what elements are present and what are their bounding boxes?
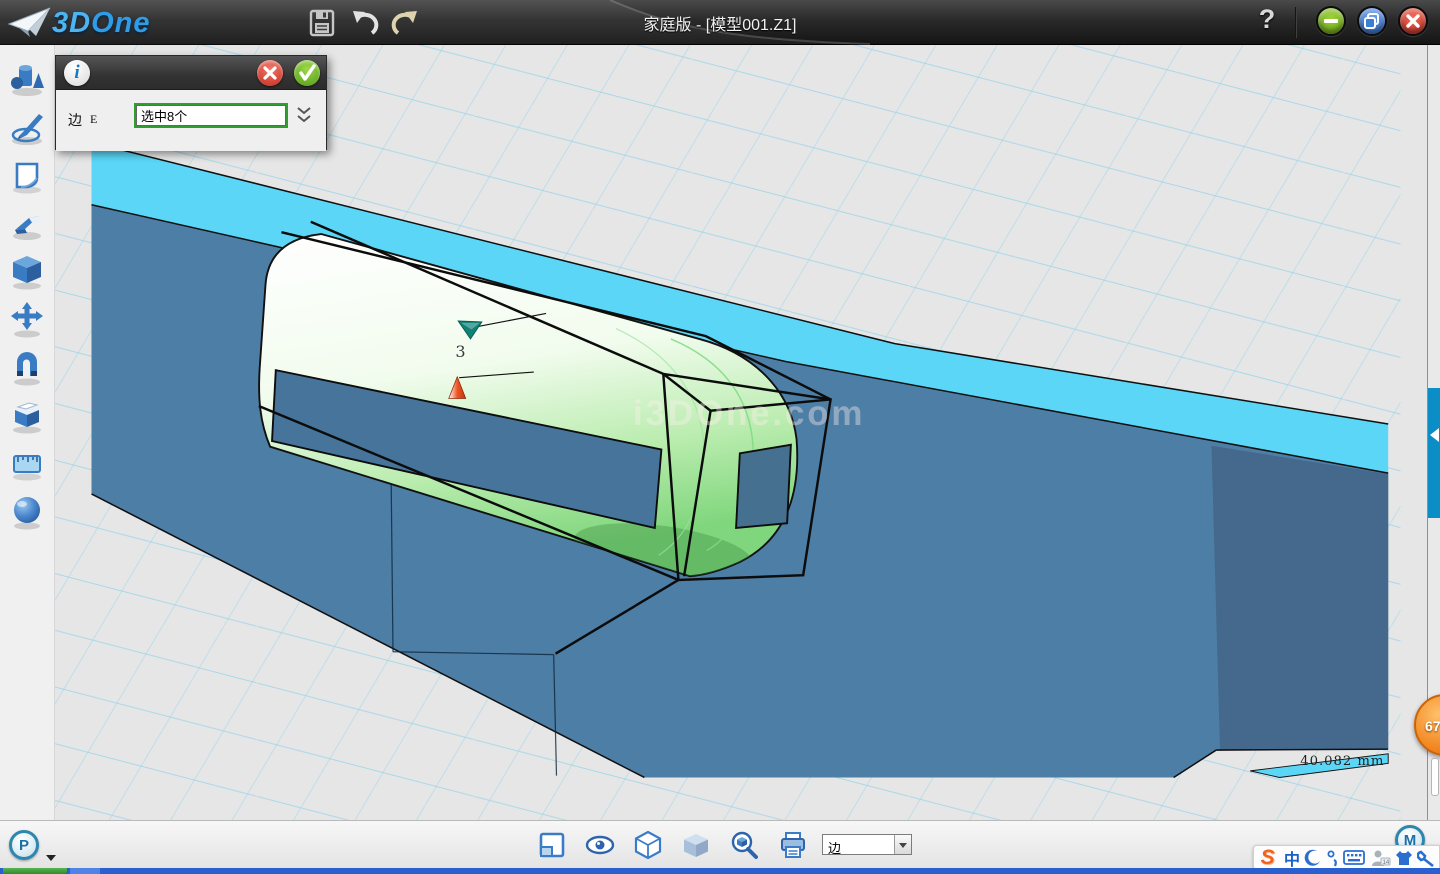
panel-expand-tab[interactable] (1428, 388, 1440, 518)
titlebar: 3DOne 家庭版 - [模型001.Z1] ? (0, 0, 1440, 45)
svg-text:14: 14 (1382, 860, 1389, 866)
watermark-text: i3DOne.com (633, 394, 865, 433)
start-button-edge[interactable] (3, 868, 67, 874)
sidebar-item-combine-box[interactable] (9, 396, 46, 436)
redo-button[interactable] (391, 8, 421, 38)
filter-dropdown-button[interactable] (894, 835, 911, 854)
ime-logo[interactable]: S (1254, 846, 1281, 870)
sidebar-item-sweep-eraser[interactable] (9, 204, 46, 244)
rounded-square-icon (9, 156, 46, 196)
minimize-button[interactable] (1316, 6, 1346, 36)
taskbar-segment (70, 868, 100, 874)
confirm-button[interactable] (294, 60, 320, 86)
cancel-button[interactable] (257, 60, 283, 86)
pencil-sketch-icon (9, 108, 46, 148)
ime-profile[interactable]: 14 (1367, 846, 1392, 870)
edge-field-label: 边 (68, 110, 82, 130)
p-mode-badge[interactable]: P (9, 830, 39, 860)
view-layout-button[interactable] (537, 830, 567, 860)
undo-button[interactable] (349, 8, 379, 38)
solids-icon (9, 60, 46, 100)
app-logo: 3DOne (6, 4, 216, 42)
tool-sidebar (0, 45, 55, 820)
profile-icon: 14 (1369, 849, 1391, 867)
arrow-left-icon (1430, 428, 1439, 442)
edge-selection-input[interactable] (134, 103, 288, 128)
sidebar-item-snap-magnet[interactable] (9, 348, 46, 388)
eraser-icon (9, 204, 46, 244)
badge-count: 67 (1425, 718, 1440, 734)
zoom-search-button[interactable] (729, 830, 759, 860)
logo-text-one: One (91, 7, 150, 39)
logo-text-3d: 3D (52, 7, 91, 39)
p-badge-caret-icon[interactable] (46, 855, 56, 861)
print-button[interactable] (778, 830, 808, 860)
dialog-body: 边 E (56, 90, 326, 151)
sidebar-item-solid-primitives[interactable] (9, 60, 46, 100)
ime-toolbar: S 中 14 (1253, 845, 1440, 870)
shaded-view-button[interactable] (681, 830, 711, 860)
measure-icon (9, 444, 46, 484)
tshirt-icon (1394, 849, 1414, 867)
open-box-icon (9, 396, 46, 436)
wrench-icon (1417, 849, 1437, 867)
wireframe-view-button[interactable] (633, 830, 663, 860)
restore-button[interactable] (1357, 6, 1387, 36)
sidebar-item-sketch-shape[interactable] (9, 156, 46, 196)
solid-right-face[interactable] (1211, 446, 1388, 749)
sidebar-item-sketch-draw[interactable] (9, 108, 46, 148)
ime-settings[interactable] (1416, 846, 1439, 870)
help-button[interactable]: ? (1252, 4, 1282, 38)
ime-punctuation-toggle[interactable] (1324, 846, 1342, 870)
visibility-eye-button[interactable] (585, 830, 615, 860)
ime-language-toggle[interactable]: 中 (1281, 846, 1302, 870)
magnet-icon (9, 348, 46, 388)
marker-number-label: 3 (455, 342, 465, 361)
edge-field-shortcut: E (90, 112, 97, 127)
sidebar-item-feature-cube[interactable] (9, 252, 46, 292)
ime-softkeyboard[interactable] (1342, 846, 1367, 870)
os-taskbar-edge[interactable] (0, 868, 1440, 874)
window-title: 家庭版 - [模型001.Z1] (420, 11, 1020, 35)
expand-chevrons-icon[interactable] (296, 105, 312, 125)
filter-selected-value: 边 (828, 838, 841, 857)
paper-plane-icon (6, 4, 52, 42)
ime-skin[interactable] (1392, 846, 1415, 870)
keyboard-icon (1343, 850, 1365, 866)
info-icon: i (64, 60, 90, 86)
titlebar-separator (1295, 7, 1297, 38)
ime-fullhalf-toggle[interactable] (1303, 846, 1324, 870)
sidebar-item-measure-gauge[interactable] (9, 444, 46, 484)
save-button[interactable] (307, 8, 337, 38)
viewport-3d-scene[interactable]: 3 i3DOne.com 40.082 mm (0, 45, 1440, 820)
status-toolbar: P 边 M (0, 820, 1440, 868)
move-arrows-icon (9, 300, 46, 340)
sphere-icon (9, 492, 46, 532)
dialog-header[interactable]: i (56, 56, 326, 90)
cube-icon (9, 252, 46, 292)
selection-dialog: i 边 E (55, 55, 327, 150)
moon-icon (1304, 849, 1322, 867)
sidebar-item-material-sphere[interactable] (9, 492, 46, 532)
sidebar-item-transform-move[interactable] (9, 300, 46, 340)
dimension-readout: 40.082 mm (1300, 754, 1384, 769)
punctuation-icon (1326, 849, 1340, 867)
selection-filter-combobox[interactable]: 边 (822, 834, 912, 855)
close-button[interactable] (1398, 6, 1428, 36)
model-end-opening[interactable] (736, 445, 791, 528)
badge-slider-handle[interactable] (1431, 758, 1439, 796)
